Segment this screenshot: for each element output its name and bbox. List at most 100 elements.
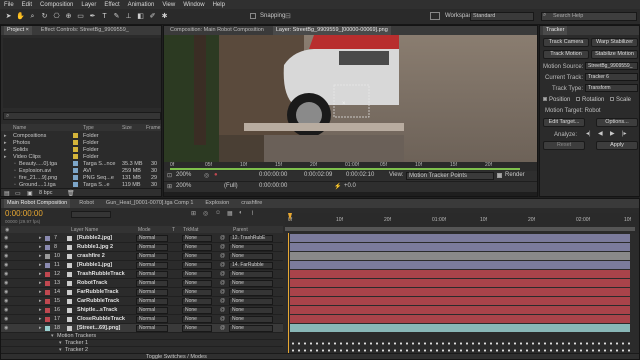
layer-duration-bar[interactable] [290, 306, 630, 314]
trkmat-select[interactable]: None [182, 235, 212, 242]
eye-icon[interactable]: ◉ [4, 316, 8, 322]
eye-icon[interactable]: ◉ [4, 235, 8, 241]
layer-label-color[interactable] [45, 272, 50, 277]
parent-pickwhip-icon[interactable]: @ [220, 298, 225, 304]
work-area[interactable] [285, 227, 635, 231]
eye-icon[interactable]: ◉ [4, 307, 8, 313]
current-time[interactable]: 0:00:00:00 [259, 172, 287, 178]
keyframe-track[interactable] [290, 342, 630, 345]
motion-blur-icon[interactable]: ◐ [239, 210, 243, 216]
eye-icon[interactable]: ◉ [4, 262, 8, 268]
comp-current-time[interactable]: 0:00:00:00 [259, 183, 287, 189]
parent-pickwhip-icon[interactable]: @ [220, 253, 225, 259]
tab-layer[interactable]: Layer: StreetBg_9909559_[00000-00069].pn… [272, 26, 391, 35]
layer-row[interactable]: ◉ ▸ 12 TrashRubbleTrack Normal None @ None [1, 270, 283, 279]
eye-icon[interactable]: ◉ [4, 271, 8, 277]
project-item[interactable]: ▸ Photos Folder [1, 139, 161, 147]
tracker-subrow[interactable]: ▾ Motion Trackers [1, 333, 283, 340]
eye-icon[interactable]: ◉ [4, 280, 8, 286]
layer-duration-bar[interactable] [290, 315, 630, 323]
trkmat-select[interactable]: None [182, 280, 212, 287]
trkmat-select[interactable]: None [182, 316, 212, 323]
analyze-forward-one-icon[interactable]: |▸ [622, 130, 627, 137]
timeline-tab[interactable]: Gun_Heat_[0001-0070].tga Comp 1 [103, 199, 196, 208]
project-item[interactable]: ▸ Compositions Folder [1, 132, 161, 140]
warp-stabilizer-button[interactable]: Warp Stabilizer [591, 38, 638, 47]
hand-tool-icon[interactable]: ✋ [16, 12, 25, 21]
label-color-swatch[interactable] [73, 168, 78, 173]
eye-icon[interactable]: ◉ [4, 253, 8, 259]
toggle-switches-modes[interactable]: Toggle Switches / Modes [146, 354, 207, 359]
eye-icon[interactable]: ◉ [4, 298, 8, 304]
work-area-bar[interactable] [170, 168, 520, 170]
layer-name[interactable]: [Street...69].png] [77, 325, 120, 331]
layer-name[interactable]: CloseRubbleTrack [77, 316, 125, 322]
expand-arrow-icon[interactable]: ▸ [39, 325, 42, 331]
layer-name[interactable]: crashfire 2 [77, 253, 105, 259]
parent-pickwhip-icon[interactable]: @ [220, 235, 225, 241]
project-item[interactable]: ▸ Video Clips Folder [1, 153, 161, 161]
layer-row[interactable]: ◉ ▸ 13 RobotTrack Normal None @ None [1, 279, 283, 288]
layer-label-color[interactable] [45, 290, 50, 295]
layer-name[interactable]: TrashRubbleTrack [77, 271, 125, 277]
motion-source-select[interactable]: StreetBg_9909559_ [585, 62, 638, 70]
menu-view[interactable]: View [162, 2, 175, 8]
selection-tool-icon[interactable]: ➤ [4, 12, 13, 21]
trkmat-select[interactable]: None [182, 298, 212, 305]
layer-label-color[interactable] [45, 326, 50, 331]
parent-pickwhip-icon[interactable]: @ [220, 289, 225, 295]
label-color-swatch[interactable] [73, 133, 78, 138]
track-motion-button[interactable]: Track Motion [543, 50, 589, 59]
render-checkbox[interactable] [497, 173, 502, 178]
layer-label-color[interactable] [45, 317, 50, 322]
parent-select[interactable]: None [229, 307, 273, 314]
layer-name[interactable]: FarRubbleTrack [77, 289, 119, 295]
roto-brush-tool-icon[interactable]: ✐ [148, 12, 157, 21]
trkmat-select[interactable]: None [182, 289, 212, 296]
expand-arrow-icon[interactable]: ▸ [39, 307, 42, 313]
layer-duration-bar[interactable] [290, 270, 630, 278]
analyze-forward-icon[interactable]: ▶ [610, 130, 615, 137]
mode-select[interactable]: Normal [136, 289, 168, 296]
snapshot-icon[interactable]: ◎ [204, 172, 209, 179]
col-name[interactable]: Name [13, 125, 26, 131]
timeline-tab[interactable]: Main Robot Composition [4, 199, 71, 208]
exposure-value[interactable]: +0.0 [344, 183, 356, 189]
rectangle-tool-icon[interactable]: ▭ [76, 12, 85, 21]
mode-select[interactable]: Normal [136, 262, 168, 269]
parent-select[interactable]: 14. FarRubble [229, 262, 273, 269]
layer-duration-bar[interactable] [290, 243, 630, 251]
layer-row[interactable]: ◉ ▸ 17 CloseRubbleTrack Normal None @ None [1, 315, 283, 324]
layer-time-ruler[interactable]: 0f 05f 10f 15f 20f 01:00f 05f 10f 15f 20f [164, 162, 537, 171]
mode-select[interactable]: Normal [136, 280, 168, 287]
parent-select[interactable]: None [229, 325, 273, 332]
layer-row[interactable]: ◉ ▸ 8 Rubble1.jpg 2 Normal None @ None [1, 243, 283, 252]
project-item[interactable]: ▫ fire_21....9].png PNG Seq...e 131 MB 29 [1, 174, 161, 182]
fast-previews-icon[interactable]: ⚡ [334, 183, 341, 190]
new-comp-icon[interactable]: ▣ [27, 190, 33, 196]
layer-duration-bar[interactable] [290, 279, 630, 287]
trash-icon[interactable]: 🗑 [67, 190, 75, 196]
project-item[interactable]: ▫ Explosion.avi AVI 259 MB 30 [1, 167, 161, 175]
expand-arrow-icon[interactable]: ▸ [39, 298, 42, 304]
parent-select[interactable]: None [229, 253, 273, 260]
layer-row[interactable]: ◉ ▸ 14 FarRubbleTrack Normal None @ None [1, 288, 283, 297]
project-search-input[interactable]: ⌕ [3, 112, 161, 120]
comp-mini-flowchart-icon[interactable]: ⊞ [191, 210, 196, 217]
layer-duration-bar[interactable] [290, 234, 630, 242]
menu-effect[interactable]: Effect [104, 2, 119, 8]
layer-name[interactable]: RobotTrack [77, 280, 107, 286]
parent-pickwhip-icon[interactable]: @ [220, 325, 225, 331]
eye-icon[interactable]: ◉ [4, 289, 8, 295]
layer-name[interactable]: Shiptle...sTrack [77, 307, 117, 313]
timeline-ruler[interactable]: 0f10f20f01:00f10f20f02:00f10f [285, 213, 639, 233]
frame-blend-icon[interactable]: ▦ [227, 210, 233, 217]
mode-select[interactable]: Normal [136, 244, 168, 251]
label-color-swatch[interactable] [73, 154, 78, 159]
expand-arrow-icon[interactable]: ▸ [39, 271, 42, 277]
parent-select[interactable]: None [229, 280, 273, 287]
label-color-swatch[interactable] [73, 161, 78, 166]
col-layer-name[interactable]: Layer Name [71, 227, 98, 233]
zoom-tool-icon[interactable]: ⌕ [28, 12, 37, 21]
trkmat-select[interactable]: None [182, 253, 212, 260]
